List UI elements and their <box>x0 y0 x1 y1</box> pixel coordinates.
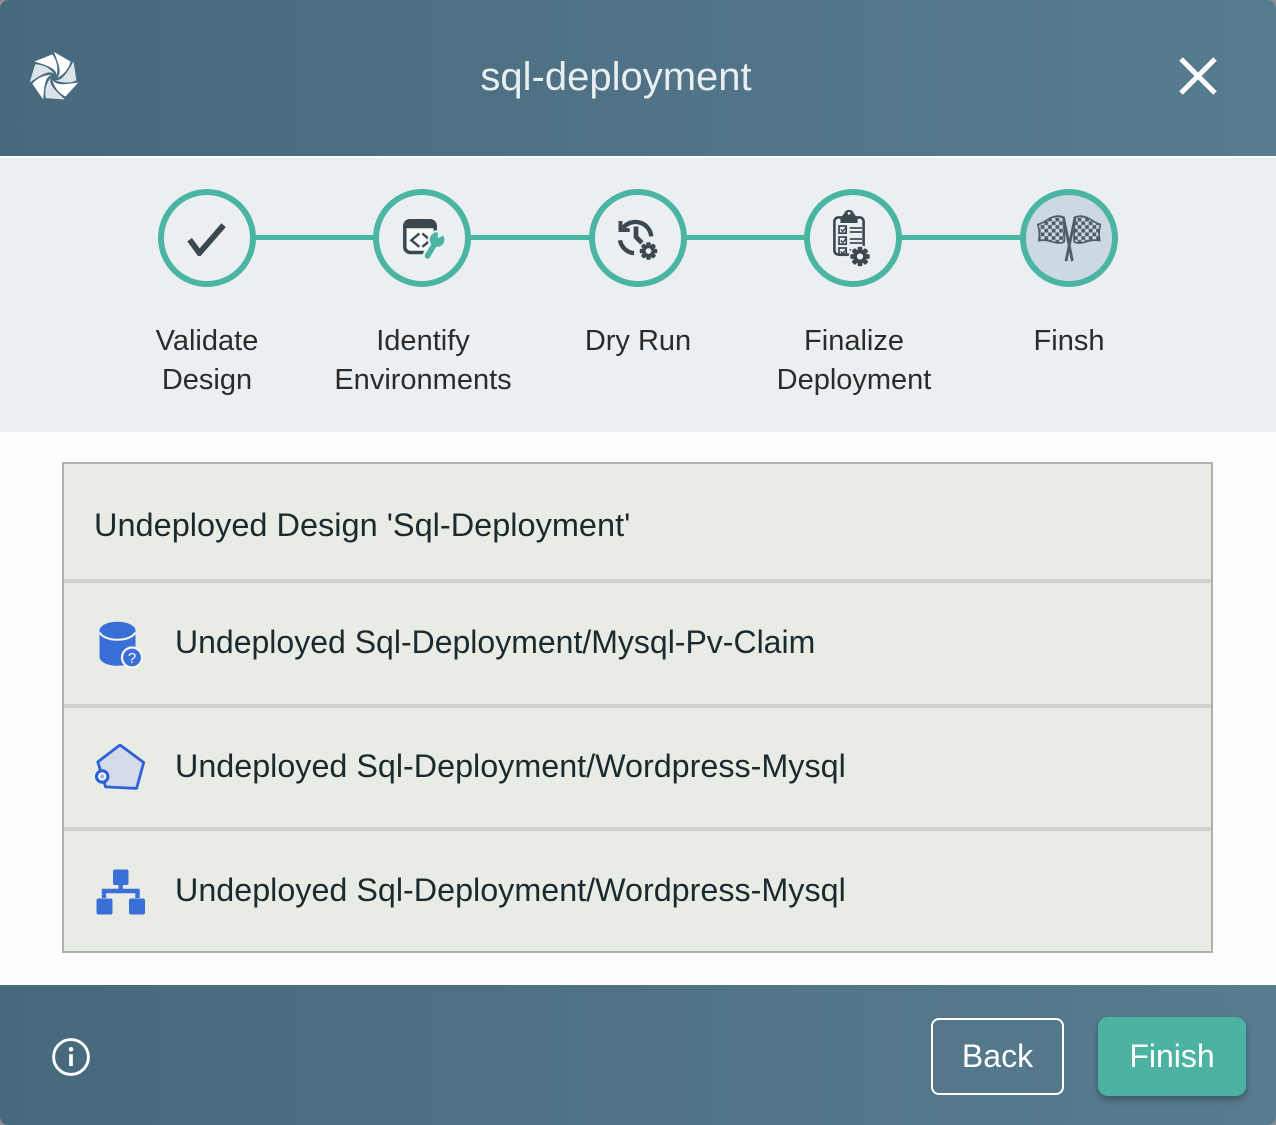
svg-text:?: ? <box>128 650 136 667</box>
